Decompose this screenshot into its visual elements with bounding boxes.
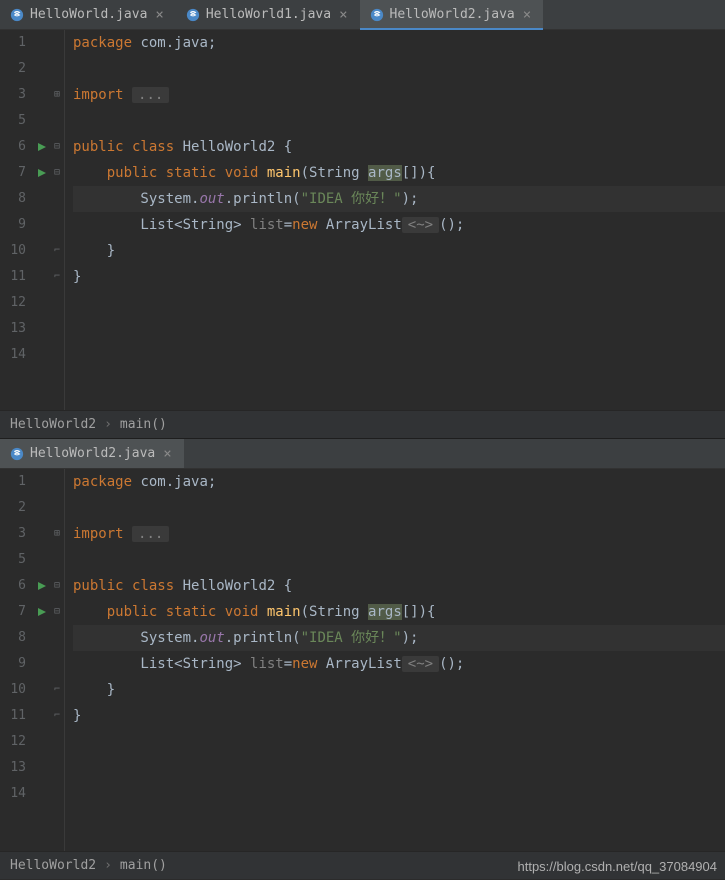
code-line[interactable]: } bbox=[73, 703, 725, 729]
line-number[interactable]: 1 bbox=[0, 30, 26, 56]
fold-icon[interactable]: ⌐ bbox=[50, 703, 64, 729]
tabs-bottom: HelloWorld2.java × bbox=[0, 439, 725, 469]
tabs-top: HelloWorld.java×HelloWorld1.java×HelloWo… bbox=[0, 0, 725, 30]
fold-icon[interactable]: ⊞ bbox=[50, 82, 64, 108]
tab-label: HelloWorld.java bbox=[30, 7, 147, 22]
tab-helloworld-java[interactable]: HelloWorld.java × bbox=[0, 0, 176, 29]
line-number[interactable]: 12 bbox=[0, 290, 26, 316]
fold-icon[interactable]: ⊟ bbox=[50, 134, 64, 160]
line-number[interactable]: 9 bbox=[0, 212, 26, 238]
run-gutter-icon[interactable] bbox=[34, 134, 50, 160]
fold-icon[interactable]: ⊟ bbox=[50, 573, 64, 599]
code-line[interactable] bbox=[73, 56, 725, 82]
code-line[interactable] bbox=[73, 781, 725, 807]
line-number[interactable]: 12 bbox=[0, 729, 26, 755]
line-number[interactable]: 3 bbox=[0, 82, 26, 108]
editor-top: 123567891011121314 ⊞⊟⊟⌐⌐ package com.jav… bbox=[0, 30, 725, 410]
tab-label: HelloWorld2.java bbox=[390, 7, 515, 22]
line-number[interactable]: 2 bbox=[0, 56, 26, 82]
line-number[interactable]: 8 bbox=[0, 186, 26, 212]
code-line[interactable] bbox=[73, 755, 725, 781]
close-icon[interactable]: × bbox=[161, 446, 173, 462]
editor-bottom: 123567891011121314 ⊞⊟⊟⌐⌐ package com.jav… bbox=[0, 469, 725, 851]
line-number[interactable]: 6 bbox=[0, 134, 26, 160]
line-number[interactable]: 1 bbox=[0, 469, 26, 495]
breadcrumb-class[interactable]: HelloWorld2 bbox=[10, 858, 96, 873]
fold-icon[interactable]: ⌐ bbox=[50, 677, 64, 703]
fold-icon[interactable]: ⌐ bbox=[50, 264, 64, 290]
code-line[interactable] bbox=[73, 108, 725, 134]
code-line[interactable] bbox=[73, 342, 725, 368]
line-number[interactable]: 6 bbox=[0, 573, 26, 599]
code-line[interactable]: import ... bbox=[73, 82, 725, 108]
line-number[interactable]: 5 bbox=[0, 108, 26, 134]
chevron-right-icon: › bbox=[104, 858, 112, 873]
line-number[interactable]: 14 bbox=[0, 342, 26, 368]
close-icon[interactable]: × bbox=[337, 7, 349, 23]
line-number[interactable]: 7 bbox=[0, 160, 26, 186]
code-line[interactable]: System.out.println("IDEA 你好！"); bbox=[73, 186, 725, 212]
fold-icon[interactable]: ⌐ bbox=[50, 238, 64, 264]
close-icon[interactable]: × bbox=[521, 7, 533, 23]
code-line[interactable] bbox=[73, 290, 725, 316]
line-number[interactable]: 13 bbox=[0, 755, 26, 781]
breadcrumb-method[interactable]: main() bbox=[120, 858, 167, 873]
code-line[interactable] bbox=[73, 547, 725, 573]
fold-icon[interactable]: ⊞ bbox=[50, 521, 64, 547]
fold-icon[interactable]: ⊟ bbox=[50, 160, 64, 186]
tab-label: HelloWorld1.java bbox=[206, 7, 331, 22]
breadcrumb-method[interactable]: main() bbox=[120, 417, 167, 432]
line-number[interactable]: 9 bbox=[0, 651, 26, 677]
line-number[interactable]: 10 bbox=[0, 677, 26, 703]
run-gutter-icon[interactable] bbox=[34, 599, 50, 625]
code-line[interactable] bbox=[73, 495, 725, 521]
line-number[interactable]: 3 bbox=[0, 521, 26, 547]
line-number[interactable]: 7 bbox=[0, 599, 26, 625]
code-line[interactable]: List<String> list=new ArrayList<~>(); bbox=[73, 212, 725, 238]
close-icon[interactable]: × bbox=[153, 7, 165, 23]
watermark-text: https://blog.csdn.net/qq_37084904 bbox=[518, 859, 718, 874]
line-number[interactable]: 2 bbox=[0, 495, 26, 521]
fold-icon[interactable]: ⊟ bbox=[50, 599, 64, 625]
code-line[interactable]: package com.java; bbox=[73, 30, 725, 56]
line-number[interactable]: 13 bbox=[0, 316, 26, 342]
code-line[interactable] bbox=[73, 729, 725, 755]
run-gutter-icon[interactable] bbox=[34, 573, 50, 599]
code-line[interactable]: } bbox=[73, 238, 725, 264]
code-line[interactable]: public class HelloWorld2 { bbox=[73, 134, 725, 160]
code-line[interactable]: } bbox=[73, 264, 725, 290]
line-number[interactable]: 11 bbox=[0, 264, 26, 290]
code-line[interactable]: } bbox=[73, 677, 725, 703]
code-line[interactable]: public class HelloWorld2 { bbox=[73, 573, 725, 599]
line-number[interactable]: 11 bbox=[0, 703, 26, 729]
code-line[interactable]: public static void main(String args[]){ bbox=[73, 599, 725, 625]
code-line[interactable]: import ... bbox=[73, 521, 725, 547]
run-gutter-icon[interactable] bbox=[34, 160, 50, 186]
code-line[interactable]: List<String> list=new ArrayList<~>(); bbox=[73, 651, 725, 677]
code-line[interactable]: public static void main(String args[]){ bbox=[73, 160, 725, 186]
tab-helloworld1-java[interactable]: HelloWorld1.java × bbox=[176, 0, 360, 29]
breadcrumb-class[interactable]: HelloWorld2 bbox=[10, 417, 96, 432]
tab-helloworld2-java[interactable]: HelloWorld2.java × bbox=[360, 0, 544, 29]
breadcrumb-top[interactable]: HelloWorld2 › main() bbox=[0, 410, 725, 438]
code-line[interactable]: System.out.println("IDEA 你好！"); bbox=[73, 625, 725, 651]
tab-label: HelloWorld2.java bbox=[30, 446, 155, 461]
line-number[interactable]: 5 bbox=[0, 547, 26, 573]
tab-helloworld2-java[interactable]: HelloWorld2.java × bbox=[0, 439, 184, 468]
line-number[interactable]: 10 bbox=[0, 238, 26, 264]
chevron-right-icon: › bbox=[104, 417, 112, 432]
line-number[interactable]: 8 bbox=[0, 625, 26, 651]
code-line[interactable] bbox=[73, 316, 725, 342]
line-number[interactable]: 14 bbox=[0, 781, 26, 807]
code-line[interactable]: package com.java; bbox=[73, 469, 725, 495]
